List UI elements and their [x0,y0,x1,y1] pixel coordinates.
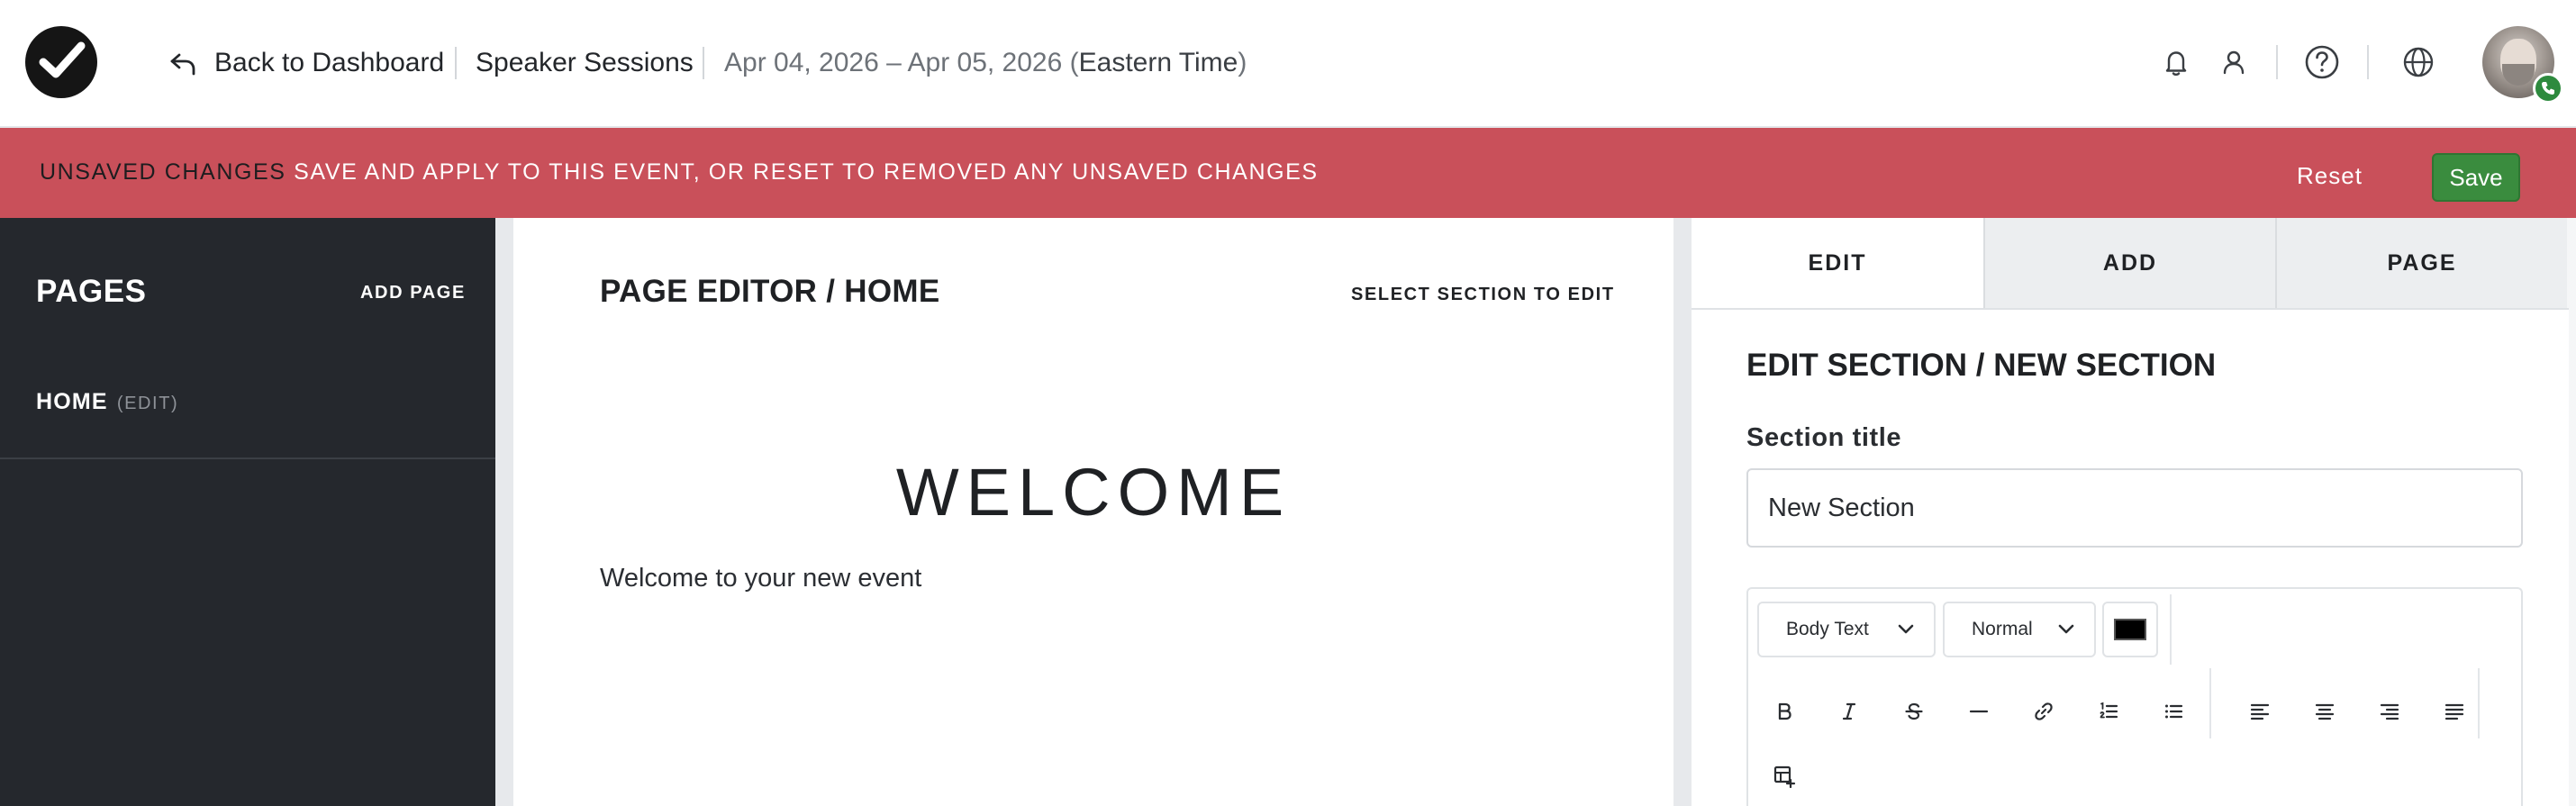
link-icon[interactable] [2024,692,2064,731]
user-avatar[interactable] [2482,26,2563,104]
page-item-edit-link[interactable]: (EDIT) [117,394,178,414]
globe-language-icon[interactable] [2397,41,2440,84]
notifications-bell-icon[interactable] [2154,41,2198,84]
phone-icon [2542,82,2554,95]
save-button[interactable]: Save [2432,153,2520,202]
avatar-beard [2502,64,2535,86]
date-range: Apr 04, 2026 – Apr 05, 2026 ( [724,48,1079,77]
panel-tabs: EDIT ADD PAGE [1692,218,2569,310]
page-editor-title: PAGE EDITOR / HOME [600,274,940,309]
chevron-down-icon [1898,624,1914,634]
tab-add[interactable]: ADD [1983,218,2275,308]
reset-button[interactable]: Reset [2297,155,2363,196]
bullet-list-icon[interactable] [2154,692,2193,731]
pages-sidebar: PAGES ADD PAGE HOME (EDIT) [0,218,495,806]
align-left-icon[interactable] [2240,692,2280,731]
top-header: Back to Dashboard Speaker Sessions Apr 0… [0,0,2576,128]
date-range-close: ) [1238,48,1247,77]
back-to-dashboard-link[interactable]: Back to Dashboard [168,42,444,84]
event-dates: Apr 04, 2026 – Apr 05, 2026 (Eastern Tim… [724,42,1247,84]
event-name: Speaker Sessions [476,48,694,77]
align-center-icon[interactable] [2305,692,2345,731]
strikethrough-icon[interactable] [1894,692,1934,731]
section-title-label: Section title [1746,423,1902,452]
edit-panel: EDIT ADD PAGE EDIT SECTION / NEW SECTION… [1692,218,2576,806]
chevron-down-icon [2058,624,2074,634]
app-logo[interactable] [25,26,97,98]
section-heading[interactable]: WELCOME [513,454,1673,530]
font-size-value: Normal [1972,619,2033,639]
toolbar-divider [2478,668,2480,738]
page-editor-canvas: PAGE EDITOR / HOME SELECT SECTION TO EDI… [513,218,1673,806]
banner-strong-text: UNSAVED CHANGES [40,159,286,185]
bold-icon[interactable] [1764,692,1804,731]
help-icon[interactable] [2300,41,2344,84]
edit-section-form: EDIT SECTION / NEW SECTION Section title… [1692,310,2569,806]
user-profile-icon[interactable] [2212,41,2255,84]
ordered-list-icon[interactable] [2089,692,2128,731]
header-divider [2367,45,2369,79]
edit-section-title: EDIT SECTION / NEW SECTION [1746,348,2217,383]
toolbar-divider [2209,668,2211,738]
breadcrumb-divider [703,47,704,79]
canvas-gutter [1673,218,1692,806]
select-section-hint: SELECT SECTION TO EDIT [1351,285,1615,304]
text-color-swatch [2114,619,2146,640]
rich-text-editor: Body Text Normal [1746,587,2523,806]
tab-edit[interactable]: EDIT [1692,218,1983,308]
sidebar-divider [0,457,495,459]
section-body-text[interactable]: Welcome to your new event [600,564,921,593]
toolbar-divider [2170,594,2172,665]
horizontal-rule-icon[interactable] [1959,692,1999,731]
banner-message: UNSAVED CHANGES SAVE AND APPLY TO THIS E… [40,158,1319,186]
header-divider [2276,45,2278,79]
timezone-label: Eastern Time [1078,48,1238,77]
block-type-dropdown[interactable]: Body Text [1757,602,1936,657]
font-size-dropdown[interactable]: Normal [1943,602,2096,657]
banner-detail-text: SAVE AND APPLY TO THIS EVENT, OR RESET T… [286,159,1319,185]
canvas-gutter [495,218,513,806]
add-page-button[interactable]: ADD PAGE [360,283,466,303]
sidebar-item-home[interactable]: HOME (EDIT) [36,389,178,415]
back-arrow-icon [170,53,195,76]
unsaved-changes-banner: UNSAVED CHANGES SAVE AND APPLY TO THIS E… [0,128,2576,218]
sidebar-title: PAGES [36,274,147,309]
tab-page[interactable]: PAGE [2275,218,2567,308]
italic-icon[interactable] [1829,692,1869,731]
online-status-badge [2533,73,2563,104]
breadcrumb-divider [455,47,457,79]
text-color-picker[interactable] [2102,602,2158,657]
checkmark-logo-icon [39,41,86,78]
page-item-label: HOME [36,389,108,414]
section-title-input[interactable] [1746,468,2523,548]
align-justify-icon[interactable] [2435,692,2474,731]
back-label: Back to Dashboard [214,48,445,77]
insert-table-icon[interactable] [1764,756,1804,796]
align-right-icon[interactable] [2370,692,2409,731]
block-type-value: Body Text [1786,619,1869,639]
